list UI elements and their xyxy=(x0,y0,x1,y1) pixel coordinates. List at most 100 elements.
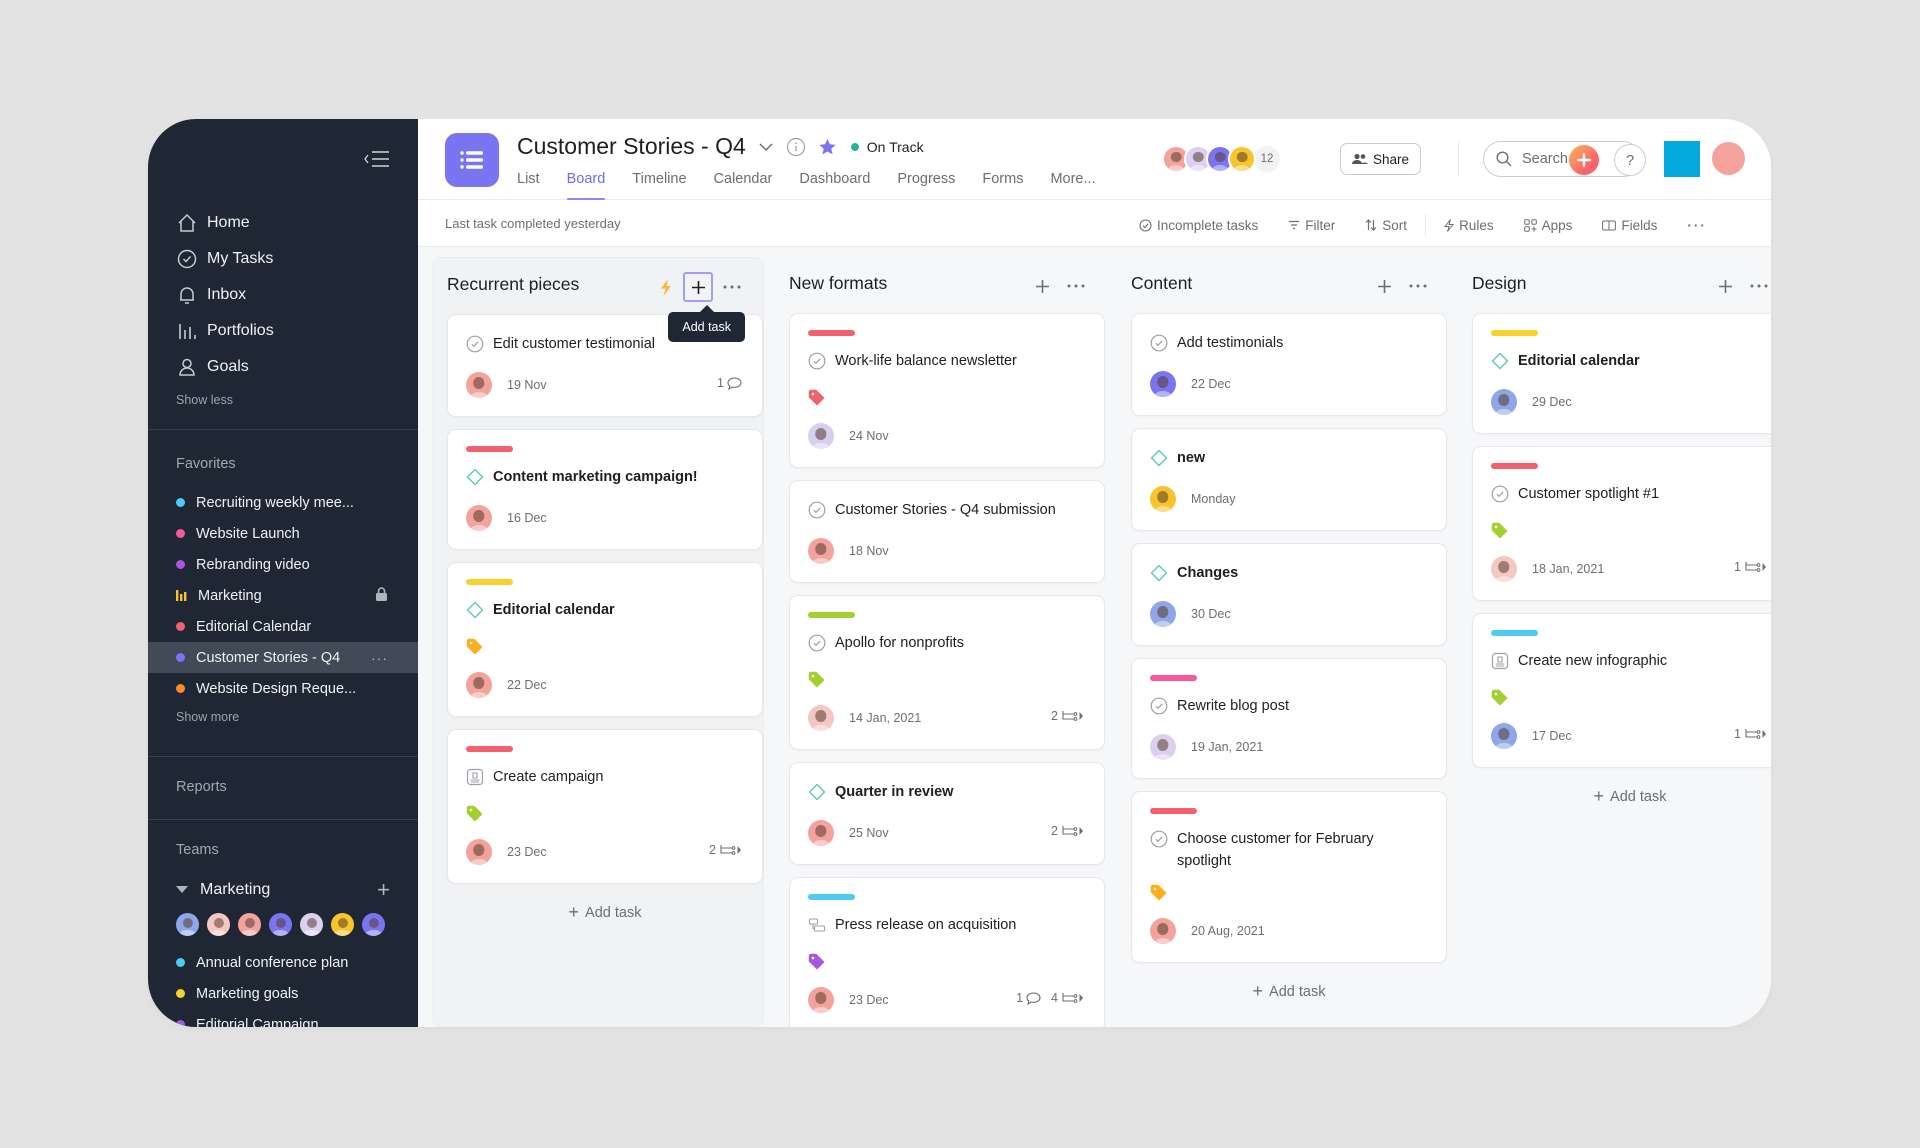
team-project-marketing-goals[interactable]: Marketing goals xyxy=(148,978,418,1009)
fields-button[interactable]: Fields xyxy=(1602,218,1657,233)
add-task-link[interactable]: + Add task xyxy=(1131,981,1447,1002)
assignee-avatar[interactable] xyxy=(466,372,492,398)
organization-switcher[interactable] xyxy=(1664,141,1700,177)
favorite-marketing[interactable]: Marketing xyxy=(148,580,418,611)
subtask-count[interactable]: 1 xyxy=(1734,727,1767,741)
add-task-button[interactable] xyxy=(683,272,713,302)
tab-list[interactable]: List xyxy=(517,171,540,200)
subtask-count[interactable]: 1 xyxy=(1734,560,1767,574)
show-less-link[interactable]: Show less xyxy=(176,393,274,407)
favorite-rebranding-video[interactable]: Rebranding video xyxy=(148,549,418,580)
complete-task-check-icon[interactable] xyxy=(466,335,484,360)
tab-forms[interactable]: Forms xyxy=(982,171,1023,200)
subtask-count[interactable]: 2 xyxy=(1051,709,1084,723)
user-avatar[interactable] xyxy=(1712,142,1745,175)
task-card[interactable]: Add testimonials 22 Dec xyxy=(1131,313,1447,416)
tab-dashboard[interactable]: Dashboard xyxy=(799,171,870,200)
complete-task-check-icon[interactable] xyxy=(1150,697,1168,722)
team-member-avatar[interactable] xyxy=(360,911,387,938)
task-card[interactable]: new Monday xyxy=(1131,428,1447,531)
team-project-editorial-campaign[interactable]: Editorial Campaign xyxy=(148,1009,418,1027)
task-card[interactable]: Editorial calendar 29 Dec xyxy=(1472,313,1771,434)
complete-task-check-icon[interactable] xyxy=(1150,830,1168,855)
incomplete-tasks-button[interactable]: Incomplete tasks xyxy=(1139,218,1258,233)
rules-button[interactable]: Rules xyxy=(1444,218,1494,233)
complete-task-check-icon[interactable] xyxy=(808,352,826,377)
column-more-icon[interactable] xyxy=(1744,271,1771,301)
dependency-icon[interactable] xyxy=(808,916,826,941)
project-members[interactable]: 12 xyxy=(1162,145,1280,173)
milestone-diamond-icon[interactable] xyxy=(808,783,826,808)
sidebar-item-portfolios[interactable]: Portfolios xyxy=(176,313,274,349)
add-task-link[interactable]: + Add task xyxy=(1472,786,1771,807)
complete-task-check-icon[interactable] xyxy=(808,634,826,659)
task-card[interactable]: Customer Stories - Q4 submission 18 Nov xyxy=(789,480,1105,583)
task-card[interactable]: Press release on acquisition 23 Dec 1 4 xyxy=(789,877,1105,1027)
assignee-avatar[interactable] xyxy=(808,820,834,846)
task-card[interactable]: Rewrite blog post 19 Jan, 2021 xyxy=(1131,658,1447,779)
tab-more[interactable]: More... xyxy=(1050,171,1095,200)
team-member-avatar[interactable] xyxy=(205,911,232,938)
subtask-count[interactable]: 4 xyxy=(1051,991,1084,1005)
project-menu-chevron-icon[interactable] xyxy=(758,142,774,152)
complete-task-check-icon[interactable] xyxy=(1491,485,1509,510)
assignee-avatar[interactable] xyxy=(466,505,492,531)
assignee-avatar[interactable] xyxy=(466,839,492,865)
sidebar-item-inbox[interactable]: Inbox xyxy=(176,277,274,313)
assignee-avatar[interactable] xyxy=(1491,389,1517,415)
collapse-sidebar-button[interactable] xyxy=(362,149,392,169)
assignee-avatar[interactable] xyxy=(1150,734,1176,760)
more-options-icon[interactable]: ··· xyxy=(371,650,388,666)
assignee-avatar[interactable] xyxy=(1150,371,1176,397)
approval-stamp-icon[interactable] xyxy=(1491,652,1509,677)
column-more-icon[interactable] xyxy=(717,272,747,302)
task-card[interactable]: Choose customer for February spotlight 20… xyxy=(1131,791,1447,963)
subtask-count[interactable]: 2 xyxy=(1051,824,1084,838)
tab-progress[interactable]: Progress xyxy=(897,171,955,200)
task-card[interactable]: Content marketing campaign! 16 Dec xyxy=(447,429,763,550)
favorite-recruiting[interactable]: Recruiting weekly mee... xyxy=(148,487,418,518)
apps-button[interactable]: Apps xyxy=(1523,218,1572,233)
team-member-avatar[interactable] xyxy=(174,911,201,938)
assignee-avatar[interactable] xyxy=(1491,723,1517,749)
favorite-editorial-calendar[interactable]: Editorial Calendar xyxy=(148,611,418,642)
add-task-button[interactable] xyxy=(1027,271,1057,301)
assignee-avatar[interactable] xyxy=(466,672,492,698)
complete-task-check-icon[interactable] xyxy=(1150,334,1168,359)
assignee-avatar[interactable] xyxy=(1150,601,1176,627)
task-card[interactable]: Create new infographic 17 Dec 1 xyxy=(1472,613,1771,768)
add-task-link[interactable]: + Add task xyxy=(447,902,763,923)
assignee-avatar[interactable] xyxy=(808,987,834,1013)
assignee-avatar[interactable] xyxy=(1150,918,1176,944)
filter-button[interactable]: Filter xyxy=(1288,218,1335,233)
task-card[interactable]: Create campaign 23 Dec 2 xyxy=(447,729,763,884)
task-card[interactable]: Quarter in review 25 Nov 2 xyxy=(789,762,1105,865)
team-member-avatar[interactable] xyxy=(236,911,263,938)
milestone-diamond-icon[interactable] xyxy=(466,601,484,626)
task-card[interactable]: Apollo for nonprofits 14 Jan, 2021 2 xyxy=(789,595,1105,750)
sidebar-item-home[interactable]: Home xyxy=(176,205,274,241)
task-card[interactable]: Customer spotlight #1 18 Jan, 2021 1 xyxy=(1472,446,1771,601)
complete-task-check-icon[interactable] xyxy=(808,501,826,526)
milestone-diamond-icon[interactable] xyxy=(1150,449,1168,474)
assignee-avatar[interactable] xyxy=(1150,486,1176,512)
sidebar-item-my-tasks[interactable]: My Tasks xyxy=(176,241,274,277)
more-options-button[interactable]: ··· xyxy=(1687,218,1707,233)
approval-stamp-icon[interactable] xyxy=(466,768,484,793)
star-icon[interactable] xyxy=(818,138,837,156)
sidebar-item-goals[interactable]: Goals xyxy=(176,349,274,385)
tab-calendar[interactable]: Calendar xyxy=(714,171,773,200)
rule-lightning-icon[interactable] xyxy=(651,272,681,302)
add-team-project-icon[interactable]: + xyxy=(377,879,390,901)
team-member-avatar[interactable] xyxy=(267,911,294,938)
add-task-button[interactable] xyxy=(1369,271,1399,301)
team-marketing[interactable]: Marketing + xyxy=(176,879,390,901)
show-more-link[interactable]: Show more xyxy=(148,710,418,724)
tab-timeline[interactable]: Timeline xyxy=(632,171,686,200)
team-member-avatar[interactable] xyxy=(298,911,325,938)
comment-count[interactable]: 1 xyxy=(1016,991,1041,1005)
milestone-diamond-icon[interactable] xyxy=(466,468,484,493)
reports-link[interactable]: Reports xyxy=(176,779,227,795)
assignee-avatar[interactable] xyxy=(808,705,834,731)
favorite-website-design-request[interactable]: Website Design Reque... xyxy=(148,673,418,704)
